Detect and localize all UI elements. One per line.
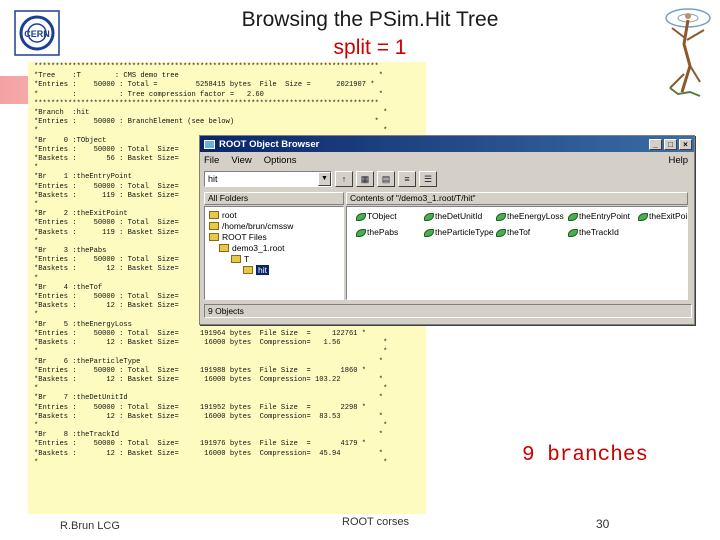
menu-file[interactable]: File <box>204 155 219 166</box>
leaf-icon <box>637 212 648 221</box>
leaf-icon <box>423 228 434 237</box>
tree-node-tree[interactable]: T <box>231 254 249 264</box>
tree-print-line: *Br 6 :theParticleType * <box>34 357 384 366</box>
leaf-icon <box>567 212 578 221</box>
leaf-item[interactable]: theParticleType <box>423 227 494 237</box>
tree-print-line: *Tree :T : CMS demo tree * <box>34 72 384 81</box>
leaf-icon <box>355 228 366 237</box>
tree-print-line: * * <box>34 421 388 430</box>
toolbar: hit ▼ ↑ ▦ ▤ ≡ ☰ <box>200 168 694 190</box>
leaf-icon <box>423 212 434 221</box>
tree-node-home[interactable]: /home/brun/cmssw <box>209 221 293 231</box>
tree-print-line: * * <box>34 348 388 357</box>
menu-bar: File View Options Help <box>200 152 694 168</box>
footer-course: ROOT corses <box>342 516 410 528</box>
root-object-browser-window[interactable]: ROOT Object Browser _ □ × File View Opti… <box>199 135 695 325</box>
leaf-item[interactable]: theTrackId <box>567 227 619 237</box>
tree-print-line: ****************************************… <box>34 99 379 108</box>
leaf-item[interactable]: theEntryPoint <box>567 211 630 221</box>
menu-view[interactable]: View <box>231 155 251 166</box>
maximize-button[interactable]: □ <box>664 138 677 150</box>
tree-print-line: *Entries : 50000 : Total Size= 191976 by… <box>34 440 367 449</box>
tree-node-root[interactable]: root <box>209 210 237 220</box>
leaf-item[interactable]: TObject <box>355 211 397 221</box>
folder-icon <box>209 233 219 241</box>
status-bar: 9 Objects <box>204 304 692 318</box>
tree-print-line: *Entries : 50000 : Total = 5258415 bytes… <box>34 81 375 90</box>
tree-print-line: * : : Tree compression factor = 2.60 * <box>34 90 384 99</box>
leaf-item[interactable]: thePabs <box>355 227 398 237</box>
tree-print-line: *Baskets : 12 : Basket Size= 16000 bytes… <box>34 449 384 458</box>
slide-title: Browsing the PSim.Hit Tree <box>241 8 499 31</box>
large-icons-icon[interactable]: ▦ <box>356 171 374 187</box>
leaf-item[interactable]: theExitPoint <box>637 211 687 221</box>
minimize-button[interactable]: _ <box>649 138 662 150</box>
folder-icon <box>219 244 229 252</box>
close-button[interactable]: × <box>679 138 692 150</box>
tree-print-line: ****************************************… <box>34 63 379 71</box>
window-titlebar[interactable]: ROOT Object Browser _ □ × <box>200 136 694 152</box>
folder-icon <box>209 211 219 219</box>
folder-icon <box>209 222 219 230</box>
tree-print-line: *Baskets : 12 : Basket Size= 16000 bytes… <box>34 412 384 421</box>
menu-options[interactable]: Options <box>264 155 297 166</box>
path-combo[interactable]: hit ▼ <box>204 171 332 187</box>
window-title: ROOT Object Browser <box>219 138 320 150</box>
list-view-icon[interactable]: ≡ <box>398 171 416 187</box>
leaf-icon <box>355 212 366 221</box>
leaf-icon <box>495 212 506 221</box>
leaf-item[interactable]: theDetUnitId <box>423 211 482 221</box>
root-app-icon <box>204 139 215 149</box>
tree-print-line: *Baskets : 12 : Basket Size= 16000 bytes… <box>34 375 384 384</box>
tree-node-root-files[interactable]: ROOT Files <box>209 232 267 242</box>
small-icons-icon[interactable]: ▤ <box>377 171 395 187</box>
page-number: 30 <box>596 517 610 531</box>
details-view-icon[interactable]: ☰ <box>419 171 437 187</box>
leaf-item[interactable]: theEnergyLoss <box>495 211 564 221</box>
chevron-down-icon[interactable]: ▼ <box>318 172 331 186</box>
up-folder-icon[interactable]: ↑ <box>335 171 353 187</box>
decorative-figure-icon <box>665 8 711 97</box>
leaf-icon <box>567 228 578 237</box>
tree-print-line: *Br 7 :theDetUnitId * <box>34 394 384 403</box>
path-combo-value: hit <box>208 174 218 184</box>
tree-print-line: *Branch :hit * <box>34 109 388 118</box>
right-pane-header: Contents of "/demo3_1.root/T/hit" <box>346 192 688 205</box>
slide-subtitle: split = 1 <box>333 36 407 59</box>
menu-help[interactable]: Help <box>668 155 688 166</box>
folder-tree-pane[interactable]: root /home/brun/cmssw ROOT Files demo3_1… <box>204 206 344 300</box>
tree-print-line: *Entries : 50000 : Total Size= 191964 by… <box>34 329 367 338</box>
tree-print-line: *Entries : 50000 : BranchElement (see be… <box>34 118 379 127</box>
tree-print-line: *Br 8 :theTrackId * <box>34 431 384 440</box>
branches-callout: 9 branches <box>522 444 649 467</box>
tree-print-line: * * <box>34 458 388 467</box>
tree-node-file[interactable]: demo3_1.root <box>219 243 284 253</box>
contents-pane[interactable]: TObject theDetUnitId theEnergyLoss theEn… <box>346 206 688 300</box>
folder-icon <box>231 255 241 263</box>
tree-print-line: *Entries : 50000 : Total Size= 191952 by… <box>34 403 367 412</box>
left-pane-header: All Folders <box>204 192 344 205</box>
tree-print-line: *Entries : 50000 : Total Size= 191988 by… <box>34 366 367 375</box>
leaf-item[interactable]: theTof <box>495 227 530 237</box>
leaf-icon <box>495 228 506 237</box>
tree-print-line: * * <box>34 385 388 394</box>
footer-author: R.Brun LCG <box>60 520 120 532</box>
tree-node-hit[interactable]: hit <box>243 265 269 275</box>
folder-icon <box>243 266 253 274</box>
tree-print-line: *Baskets : 12 : Basket Size= 16000 bytes… <box>34 339 388 348</box>
